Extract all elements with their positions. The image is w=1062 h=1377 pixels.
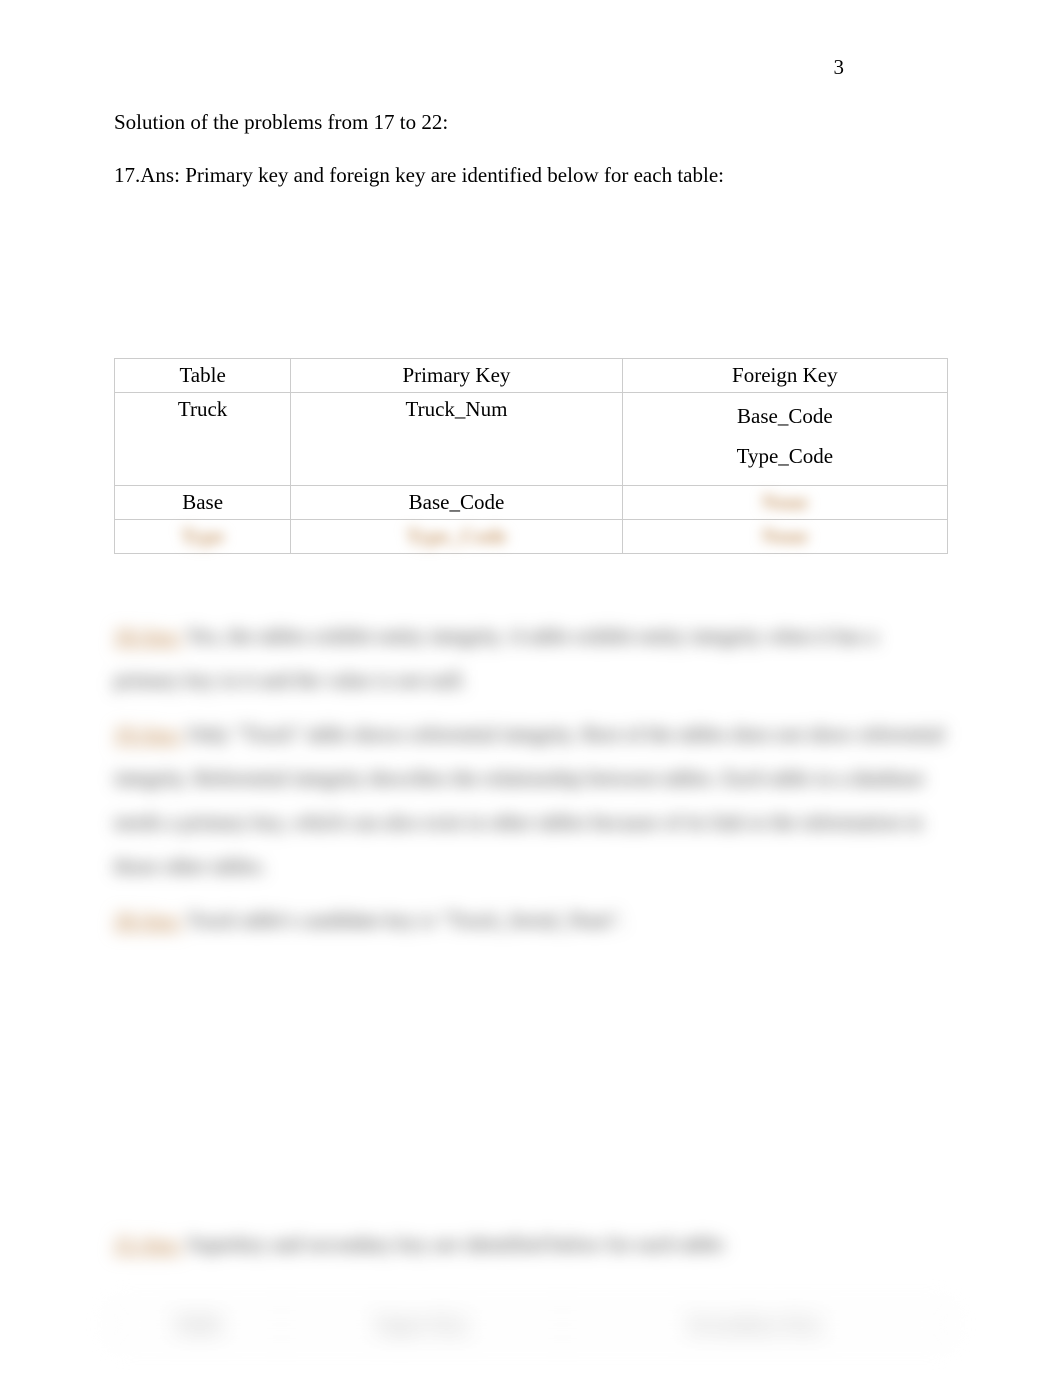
keys-table-wrapper: Table Primary Key Foreign Key Truck Truc…: [114, 358, 948, 554]
keys-table: Table Primary Key Foreign Key Truck Truc…: [114, 358, 948, 554]
answer-19-text: Only "Truck" table shows referential int…: [114, 722, 944, 878]
header-primary-key: Primary Key: [291, 359, 622, 393]
blurred-answer-21-section: 21.Ans: Superkey and secondary key are i…: [114, 1222, 948, 1341]
cell-primary-key: Base_Code: [291, 485, 622, 519]
blurred-answer-20: 20.Ans: Truck table's candidate key is "…: [114, 898, 948, 942]
answer-20-text: Truck table's candidate key is "Truck_Se…: [187, 908, 624, 932]
table-row: Truck Truck_Num Base_Code Type_Code: [115, 393, 948, 486]
answer-19-label: 19.Ans:: [114, 722, 182, 746]
table-row: Type Type_Code None: [115, 519, 948, 553]
answer-18-text: Yes, the tables exhibit entity integrity…: [114, 624, 877, 692]
header-table: Table: [115, 359, 291, 393]
cell-foreign-key: Base_Code Type_Code: [622, 393, 947, 486]
answer-20-label: 20.Ans:: [114, 908, 182, 932]
answer-21-label: 21.Ans:: [114, 1232, 182, 1256]
blurred-answer-19: 19.Ans: Only "Truck" table shows referen…: [114, 712, 948, 888]
blurred-table-2: Table Super Key Secondary Key: [114, 1307, 948, 1342]
answer-17-text: Primary key and foreign key are identifi…: [185, 163, 724, 187]
answer-21-text: Superkey and secondary key are identifie…: [188, 1232, 727, 1256]
blurred-answer-21: 21.Ans: Superkey and secondary key are i…: [114, 1222, 948, 1266]
secondary-keys-table: Table Super Key Secondary Key: [114, 1307, 948, 1342]
answer-17-intro: 17.Ans: Primary key and foreign key are …: [114, 163, 948, 188]
cell-table-name: Type: [115, 519, 291, 553]
table-row: Base Base_Code None: [115, 485, 948, 519]
answer-18-label: 18.Ans:: [114, 624, 182, 648]
cell-table-name: Base: [115, 485, 291, 519]
answer-17-label: 17.Ans:: [114, 163, 180, 187]
cell-primary-key: Truck_Num: [291, 393, 622, 486]
document-content: Solution of the problems from 17 to 22: …: [114, 110, 948, 1342]
fk-value-1: Base_Code: [631, 397, 939, 437]
cell-table-name: Truck: [115, 393, 291, 486]
header-secondary-key: Secondary Key: [563, 1307, 948, 1341]
section-heading: Solution of the problems from 17 to 22:: [114, 110, 948, 135]
fk-value-2: Type_Code: [631, 437, 939, 477]
page-number: 3: [834, 55, 845, 80]
blurred-answer-18: 18.Ans: Yes, the tables exhibit entity i…: [114, 614, 948, 702]
blurred-answers-section: 18.Ans: Yes, the tables exhibit entity i…: [114, 614, 948, 943]
header-table: Table: [115, 1307, 282, 1341]
cell-foreign-key: None: [622, 485, 947, 519]
table-header-row: Table Primary Key Foreign Key: [115, 359, 948, 393]
cell-primary-key: Type_Code: [291, 519, 622, 553]
header-super-key: Super Key: [282, 1307, 563, 1341]
table-header-row: Table Super Key Secondary Key: [115, 1307, 948, 1341]
header-foreign-key: Foreign Key: [622, 359, 947, 393]
cell-foreign-key: None: [622, 519, 947, 553]
